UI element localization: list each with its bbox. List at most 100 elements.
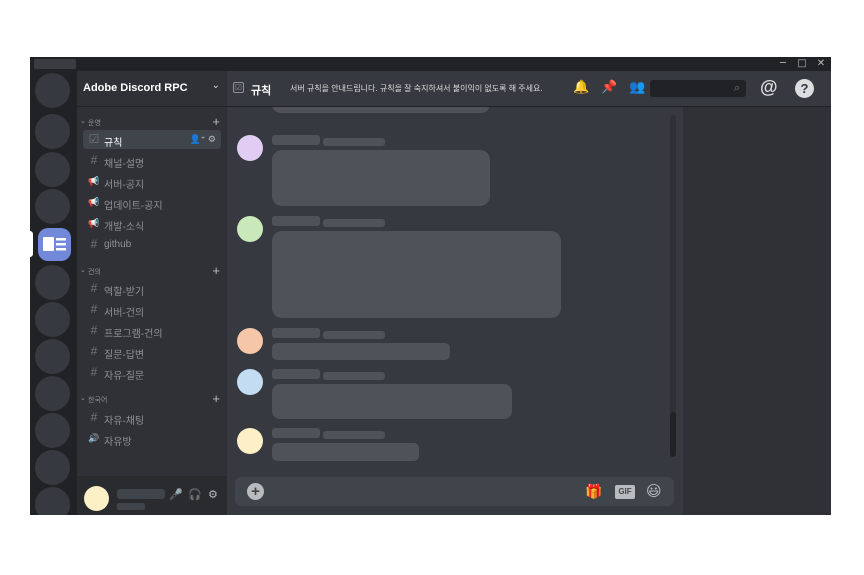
gift-icon[interactable]: 🎁 bbox=[585, 483, 602, 500]
channel-label: 자유-채팅 bbox=[104, 416, 145, 427]
server-icon[interactable] bbox=[35, 189, 70, 224]
author-placeholder bbox=[272, 135, 320, 145]
avatar[interactable] bbox=[237, 135, 263, 161]
category-label: 건의 bbox=[88, 269, 101, 276]
server-logo-icon bbox=[43, 237, 66, 251]
channel-item[interactable]: # 역할-받기 bbox=[83, 279, 221, 298]
channel-item[interactable]: # 프로그램-건의 bbox=[83, 321, 221, 340]
category-header[interactable]: ⌄ 건의 + bbox=[80, 263, 220, 278]
bell-icon[interactable]: 🔔 bbox=[573, 79, 589, 95]
chevron-down-icon: ⌄ bbox=[80, 118, 86, 125]
scrollbar-thumb[interactable] bbox=[670, 412, 676, 457]
timestamp-placeholder bbox=[323, 138, 385, 146]
avatar[interactable] bbox=[237, 369, 263, 395]
add-channel-icon[interactable]: + bbox=[212, 114, 220, 129]
channel-item[interactable]: # 자유-질문 bbox=[83, 363, 221, 382]
hash-icon: # bbox=[90, 237, 98, 251]
chevron-down-icon: ⌄ bbox=[80, 267, 86, 274]
gif-button[interactable]: GIF bbox=[615, 485, 635, 499]
chat-header: ☑ 규칙 서버 규칙을 안내드립니다. 규칙을 잘 숙지하셔서 불이익이 없도록… bbox=[227, 71, 831, 107]
hash-icon: # bbox=[90, 153, 98, 167]
voice-channel-item[interactable]: 🔊 자유방 bbox=[83, 429, 221, 448]
pin-icon[interactable]: 📌 bbox=[601, 79, 617, 95]
category-header[interactable]: ⌄ 한국어 + bbox=[80, 391, 220, 406]
maximize-button[interactable]: □ bbox=[793, 57, 811, 71]
channel-label: 질문-답변 bbox=[104, 350, 145, 361]
channel-label: github bbox=[104, 239, 132, 250]
author-placeholder bbox=[272, 328, 320, 338]
timestamp-placeholder bbox=[323, 431, 385, 439]
channel-label: 자유-질문 bbox=[104, 371, 145, 382]
server-icon[interactable] bbox=[35, 339, 70, 374]
add-attachment-button[interactable]: + bbox=[247, 483, 264, 500]
invite-settings-icon[interactable]: 👤⁺ ⚙ bbox=[189, 134, 216, 145]
help-icon[interactable]: ? bbox=[795, 79, 814, 98]
channel-label: 개발-소식 bbox=[104, 222, 145, 233]
channel-item[interactable]: # 채널-설명 bbox=[83, 151, 221, 170]
timestamp-placeholder bbox=[323, 372, 385, 380]
message-input[interactable]: + 🎁 GIF 😃 bbox=[235, 477, 674, 506]
rules-icon: ☑ bbox=[88, 132, 100, 146]
category-header[interactable]: ⌄ 운영 + bbox=[80, 114, 220, 129]
minimize-button[interactable]: ─ bbox=[774, 57, 792, 71]
server-icon[interactable] bbox=[35, 73, 70, 108]
mention-icon[interactable]: @ bbox=[760, 77, 778, 98]
avatar[interactable] bbox=[84, 486, 109, 511]
member-list bbox=[683, 107, 831, 515]
server-name: Adobe Discord RPC bbox=[83, 82, 188, 94]
author-placeholder bbox=[272, 216, 320, 226]
channel-topic[interactable]: 서버 규칙을 안내드립니다. 규칙을 잘 숙지하셔서 불이익이 없도록 해 주세… bbox=[290, 83, 543, 94]
server-icon[interactable] bbox=[35, 450, 70, 485]
headset-icon[interactable]: 🎧 bbox=[188, 488, 202, 501]
message-list bbox=[227, 107, 683, 474]
add-channel-icon[interactable]: + bbox=[212, 391, 220, 406]
channel-item[interactable]: 📢 서버-공지 bbox=[83, 172, 221, 191]
members-icon[interactable]: 👥 bbox=[629, 79, 645, 95]
emoji-icon[interactable]: 😃 bbox=[646, 482, 662, 500]
chevron-down-icon: ⌄ bbox=[80, 395, 86, 402]
message-content-placeholder bbox=[272, 107, 490, 113]
hash-icon: # bbox=[90, 323, 98, 337]
active-server-icon[interactable] bbox=[38, 228, 71, 261]
channel-label: 업데이트-공지 bbox=[104, 201, 163, 212]
channel-label: 서버-공지 bbox=[104, 180, 145, 191]
gear-icon[interactable]: ⚙ bbox=[208, 488, 218, 501]
server-icon[interactable] bbox=[35, 114, 70, 149]
channel-item[interactable]: # github bbox=[83, 235, 221, 254]
server-icon[interactable] bbox=[35, 265, 70, 300]
message-content-placeholder bbox=[272, 150, 490, 206]
megaphone-icon: 📢 bbox=[88, 176, 100, 186]
channel-label: 프로그램-건의 bbox=[104, 329, 163, 340]
channel-label: 역할-받기 bbox=[104, 287, 145, 298]
channel-item[interactable]: 📢 개발-소식 bbox=[83, 214, 221, 233]
avatar[interactable] bbox=[237, 216, 263, 242]
add-channel-icon[interactable]: + bbox=[212, 263, 220, 278]
avatar[interactable] bbox=[237, 328, 263, 354]
channel-rules[interactable]: ☑ 규칙 👤⁺ ⚙ bbox=[83, 130, 221, 149]
channel-title: 규칙 bbox=[251, 85, 272, 97]
server-icon[interactable] bbox=[35, 302, 70, 337]
megaphone-icon: 📢 bbox=[88, 197, 100, 207]
microphone-icon[interactable]: 🎤 bbox=[169, 488, 183, 501]
discord-window: ─ □ ✕ Adobe Discord RPC ⌄ ⌄ 운영 + ☑ 규칙 👤⁺… bbox=[30, 57, 831, 515]
scrollbar-track[interactable] bbox=[670, 115, 676, 455]
server-header[interactable]: Adobe Discord RPC ⌄ bbox=[77, 71, 227, 107]
hash-icon: # bbox=[90, 410, 98, 424]
user-tag-placeholder bbox=[117, 503, 145, 510]
channel-item[interactable]: # 자유-채팅 bbox=[83, 408, 221, 427]
chevron-down-icon: ⌄ bbox=[211, 80, 220, 91]
server-icon[interactable] bbox=[35, 487, 70, 515]
avatar[interactable] bbox=[237, 428, 263, 454]
channel-label: 자유방 bbox=[104, 437, 132, 448]
channel-item[interactable]: # 질문-답변 bbox=[83, 342, 221, 361]
server-icon[interactable] bbox=[35, 376, 70, 411]
megaphone-icon: 📢 bbox=[88, 218, 100, 228]
message-content-placeholder bbox=[272, 384, 512, 419]
channel-item[interactable]: # 서버-건의 bbox=[83, 300, 221, 319]
channel-item[interactable]: 📢 업데이트-공지 bbox=[83, 193, 221, 212]
hash-icon: # bbox=[90, 344, 98, 358]
server-icon[interactable] bbox=[35, 413, 70, 448]
search-input[interactable]: ⌕ bbox=[650, 80, 746, 97]
server-icon[interactable] bbox=[35, 152, 70, 187]
close-button[interactable]: ✕ bbox=[812, 57, 830, 71]
